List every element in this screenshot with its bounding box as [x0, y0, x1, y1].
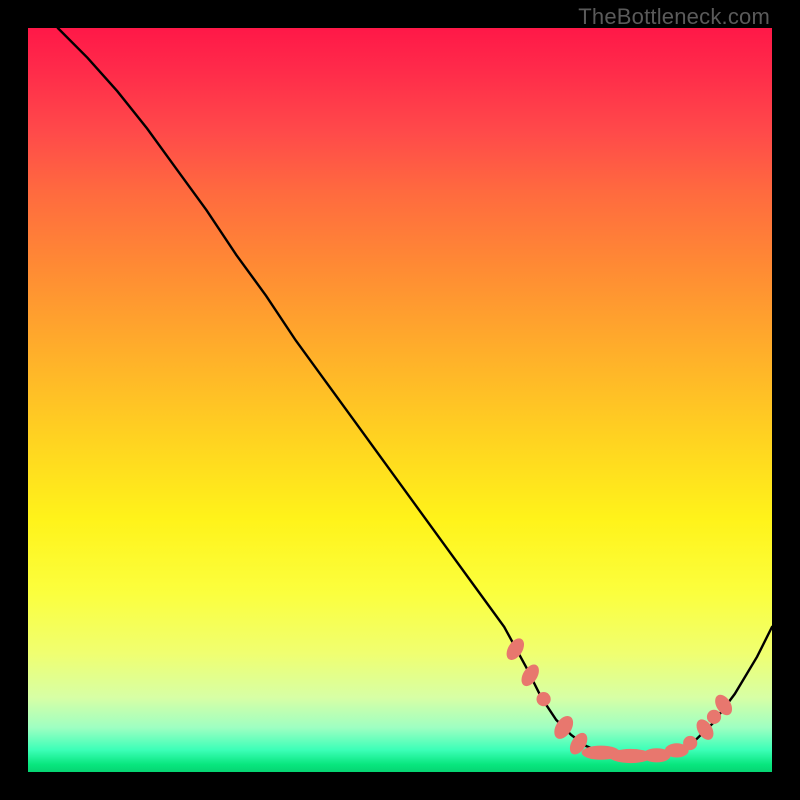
curve-marker	[518, 661, 543, 689]
curve-layer	[28, 28, 772, 772]
curve-marker	[503, 635, 528, 663]
plot-area	[28, 28, 772, 772]
curve-marker	[537, 692, 551, 706]
watermark-label: TheBottleneck.com	[578, 4, 770, 30]
curve-marker	[683, 736, 697, 750]
chart-frame: TheBottleneck.com	[0, 0, 800, 800]
curve-markers	[503, 635, 736, 763]
curve-marker	[707, 710, 721, 724]
bottleneck-curve	[58, 28, 772, 756]
